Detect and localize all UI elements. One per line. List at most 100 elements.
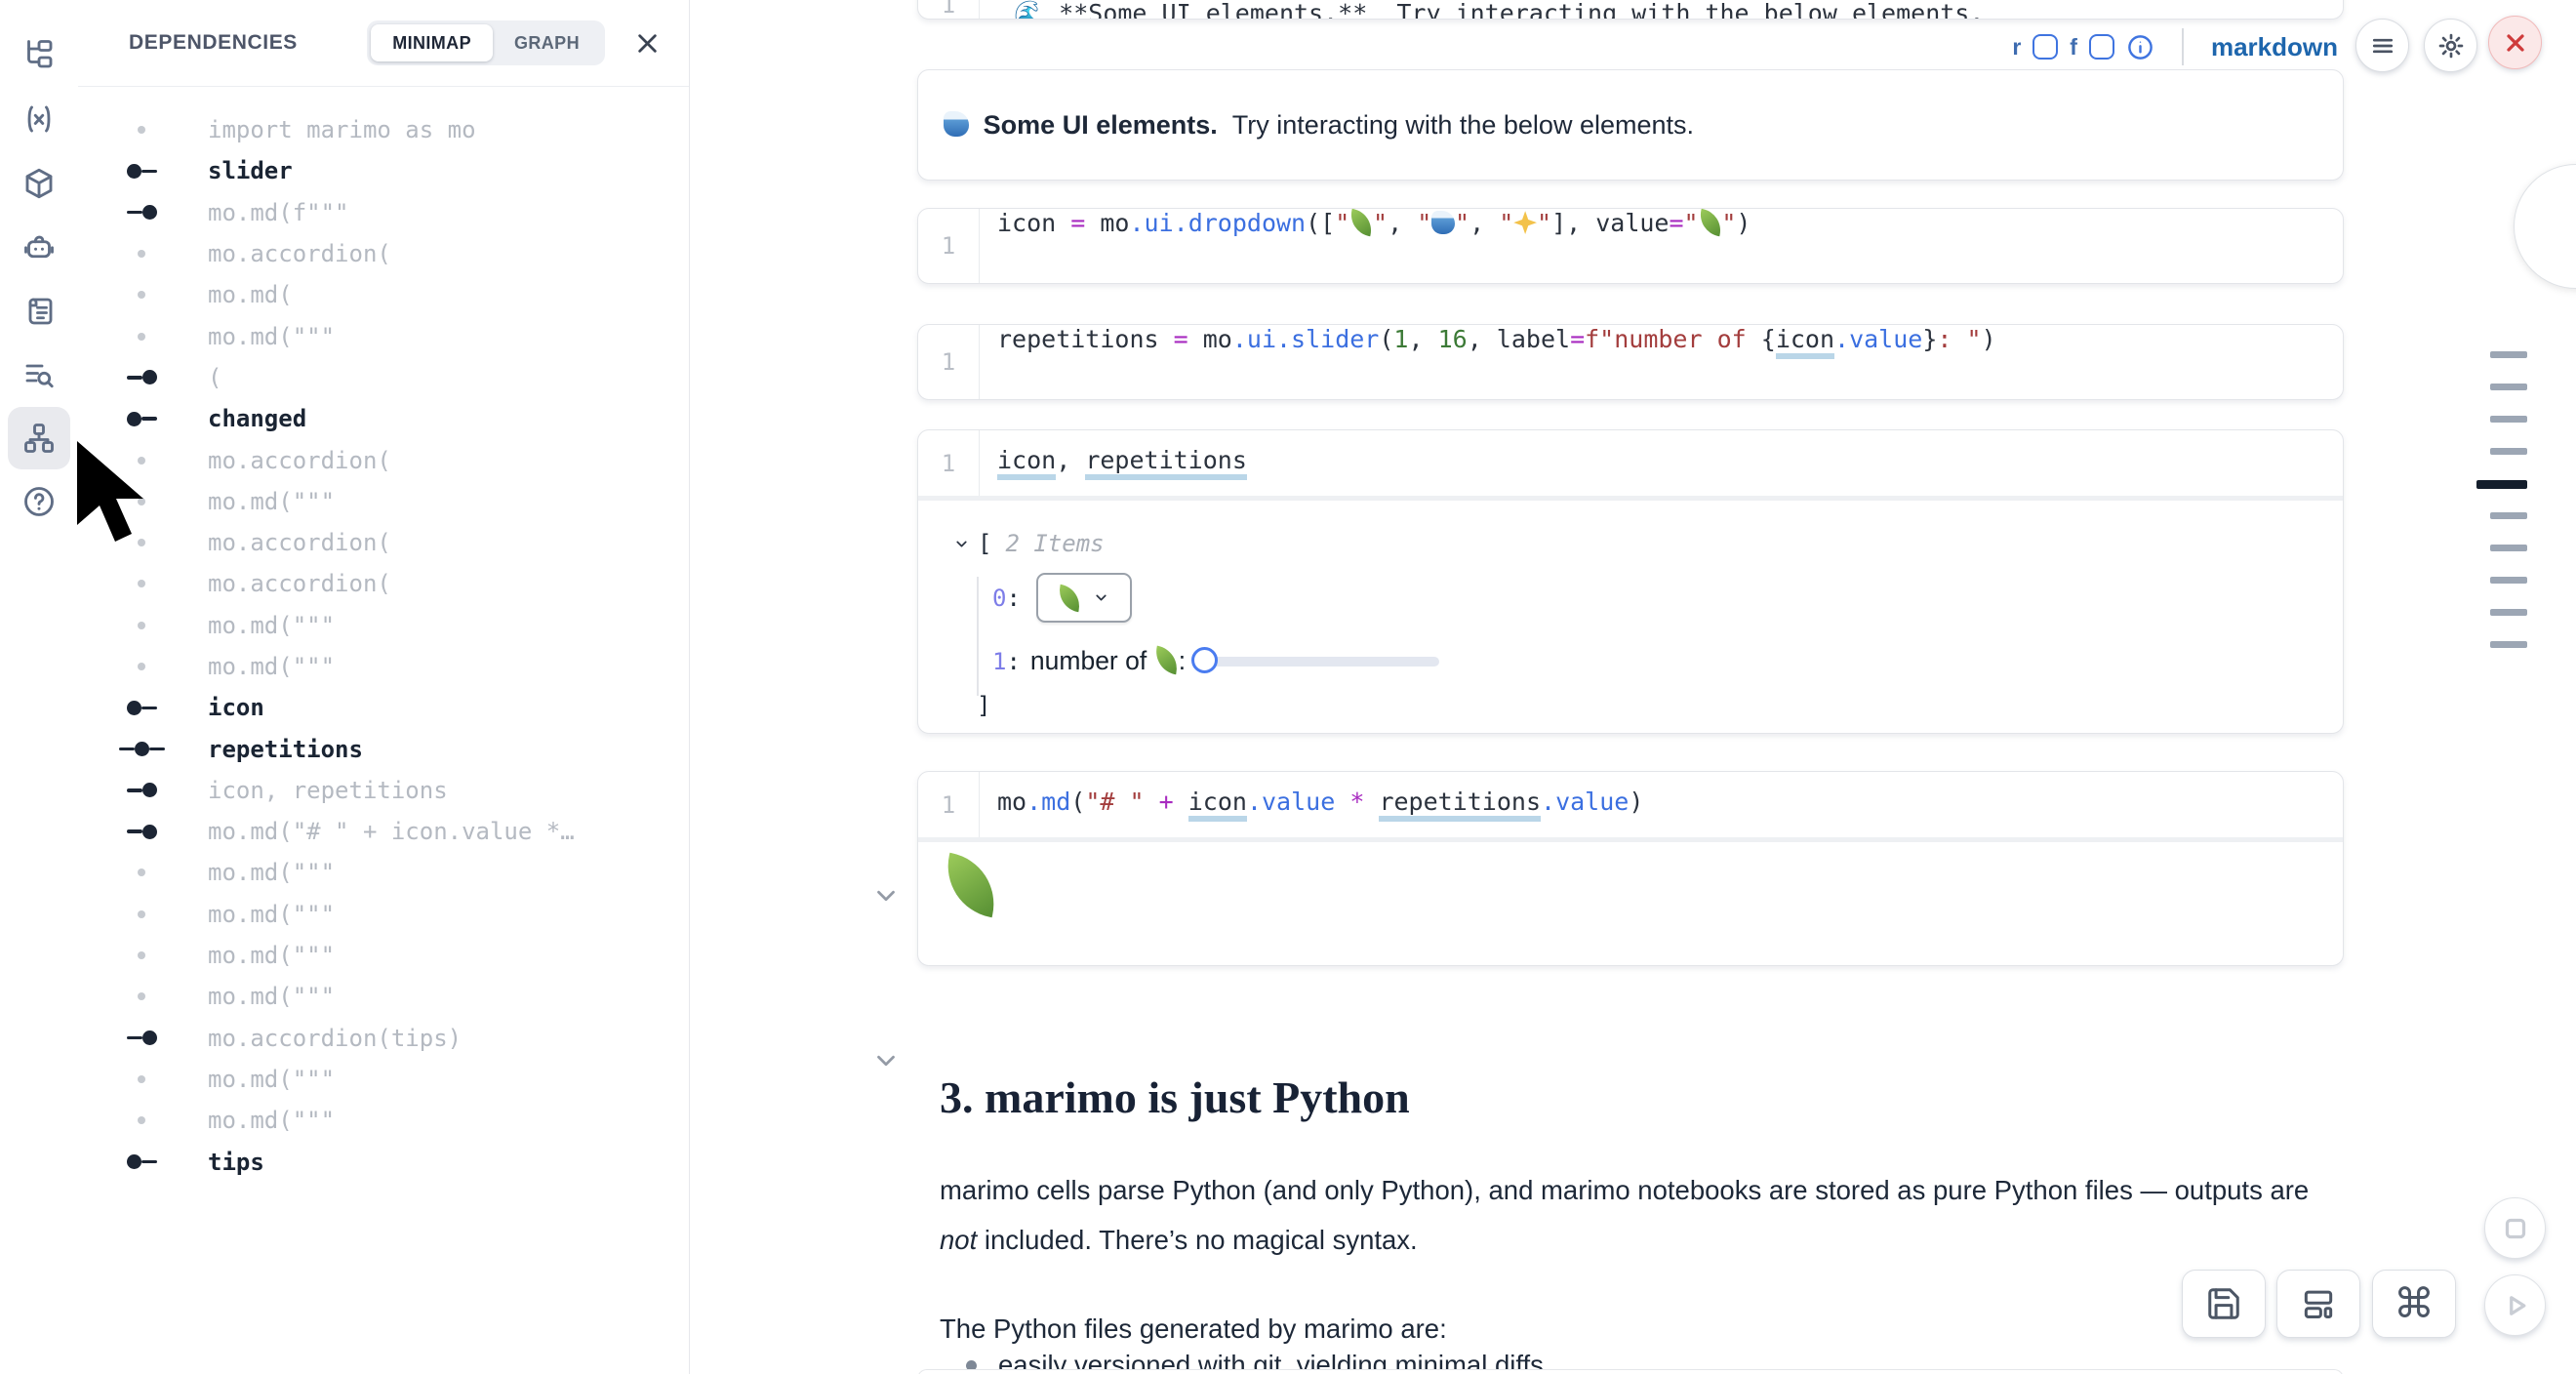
command-icon: ⌘ xyxy=(2394,1283,2435,1324)
slider-code-cell[interactable]: 1 repetitions = mo.ui.slider(1, 16, labe… xyxy=(917,324,2344,400)
minimap-item-label: mo.md(""" xyxy=(208,653,335,680)
functions-icon[interactable] xyxy=(8,88,70,150)
minimap-item-label: mo.md(""" xyxy=(208,612,335,639)
code-line[interactable]: repetitions = mo.ui.slider(1, 16, label=… xyxy=(980,325,1996,399)
minimap-dash[interactable] xyxy=(2490,384,2527,390)
minimap-dash[interactable] xyxy=(2490,416,2527,423)
gear-icon xyxy=(2437,32,2465,60)
format-toggle-checkbox[interactable] xyxy=(2089,34,2114,60)
run-toggle-checkbox[interactable] xyxy=(2033,34,2058,60)
activity-rail xyxy=(0,0,79,1374)
dropdown-code-cell[interactable]: 1 icon = mo.ui.dropdown(["", "", ""], va… xyxy=(917,208,2344,284)
search-list-icon[interactable] xyxy=(8,344,70,406)
leaf-emoji xyxy=(1151,646,1181,675)
chevron-down-icon[interactable] xyxy=(953,536,970,552)
ai-assistant-icon[interactable] xyxy=(8,216,70,278)
icon-dropdown-select[interactable] xyxy=(1036,573,1132,623)
minimap-dash[interactable] xyxy=(2490,351,2527,358)
minimap-item[interactable]: mo.accordion( xyxy=(78,563,689,604)
minimap-item[interactable]: icon, repetitions xyxy=(78,770,689,811)
minimap-item[interactable]: mo.md(""" xyxy=(78,1059,689,1100)
line-number: 1 xyxy=(942,791,955,819)
section-heading: 3. marimo is just Python xyxy=(940,1071,1410,1123)
minimap-item[interactable]: mo.md( xyxy=(78,274,689,315)
help-icon[interactable] xyxy=(8,470,70,533)
minimap-item-label: mo.accordion( xyxy=(208,570,391,597)
minimap-item[interactable]: mo.md("# " + icon.value *… xyxy=(78,811,689,852)
minimap-item[interactable]: mo.md(""" xyxy=(78,1100,689,1141)
minimap-item-label: mo.accordion( xyxy=(208,529,391,556)
markdown-cell-editor[interactable]: 1 🌊 **Some UI elements.** Try interactin… xyxy=(917,0,2344,20)
minimap-item[interactable]: mo.accordion(tips) xyxy=(78,1018,689,1059)
scroll-icon[interactable] xyxy=(8,280,70,343)
cell-marker-icon xyxy=(117,1075,166,1083)
markdown-source-line[interactable]: 🌊 **Some UI elements.** Try interacting … xyxy=(996,0,1984,20)
code-line[interactable]: icon = mo.ui.dropdown(["", "", ""], valu… xyxy=(980,209,1751,283)
minimap-dash[interactable] xyxy=(2490,512,2527,519)
cell-marker-icon xyxy=(117,622,166,629)
minimap-dash[interactable] xyxy=(2490,448,2527,455)
minimap-item[interactable]: mo.md(""" xyxy=(78,935,689,976)
floating-scroll-button[interactable] xyxy=(2514,164,2576,289)
cell-collapse-chevron-icon[interactable] xyxy=(871,881,901,910)
close-icon[interactable] xyxy=(630,26,664,60)
run-button[interactable] xyxy=(2484,1274,2546,1336)
repetitions-slider[interactable] xyxy=(1193,647,1439,676)
minimap-item[interactable]: slider xyxy=(78,150,689,191)
save-button[interactable] xyxy=(2182,1270,2266,1338)
menu-button[interactable] xyxy=(2355,19,2409,72)
minimap-item[interactable]: mo.md(""" xyxy=(78,894,689,935)
minimap-item[interactable]: icon xyxy=(78,687,689,728)
cell-marker-icon xyxy=(117,291,166,299)
language-mode-label[interactable]: markdown xyxy=(2211,32,2338,62)
view-toggle: MINIMAP GRAPH xyxy=(367,20,605,65)
tree-index: 1 xyxy=(992,648,1006,675)
minimap-item[interactable]: mo.accordion( xyxy=(78,233,689,274)
scroll-minimap[interactable] xyxy=(2476,351,2527,673)
minimap-item[interactable]: ( xyxy=(78,357,689,398)
minimap-dash[interactable] xyxy=(2490,577,2527,584)
layout-button[interactable] xyxy=(2276,1270,2360,1338)
section-collapse-chevron-icon[interactable] xyxy=(871,1046,901,1075)
cell-marker-icon xyxy=(117,1154,166,1169)
minimap-item[interactable]: mo.md(""" xyxy=(78,315,689,356)
minimap-item-label: mo.md(""" xyxy=(208,1066,335,1093)
wave-emoji xyxy=(944,111,969,137)
minimap-item[interactable]: mo.md(""" xyxy=(78,852,689,893)
panel-title: DEPENDENCIES xyxy=(129,31,298,55)
info-icon[interactable] xyxy=(2126,33,2154,61)
minimap-dash[interactable] xyxy=(2490,641,2527,648)
minimap-item-label: mo.md(""" xyxy=(208,859,335,886)
file-tree-icon[interactable] xyxy=(8,23,70,86)
minimap-item[interactable]: tips xyxy=(78,1141,689,1182)
minimap-dash[interactable] xyxy=(2490,545,2527,551)
save-icon xyxy=(2205,1285,2242,1322)
minimap-item[interactable]: repetitions xyxy=(78,728,689,769)
minimap-item[interactable]: mo.md(""" xyxy=(78,646,689,687)
minimap-dash-active[interactable] xyxy=(2476,480,2527,489)
minimap-dash[interactable] xyxy=(2490,609,2527,616)
minimap-item[interactable]: mo.md(""" xyxy=(78,605,689,646)
tab-minimap[interactable]: MINIMAP xyxy=(371,24,493,61)
minimap-item[interactable]: changed xyxy=(78,398,689,439)
minimap-item[interactable]: mo.md(""" xyxy=(78,976,689,1017)
stop-button[interactable] xyxy=(2484,1197,2546,1259)
minimap-item[interactable]: mo.md(f""" xyxy=(78,192,689,233)
shutdown-button[interactable] xyxy=(2488,16,2542,69)
slider-track[interactable] xyxy=(1193,657,1439,667)
slider-thumb[interactable] xyxy=(1191,647,1218,673)
tab-graph[interactable]: GRAPH xyxy=(493,24,601,61)
minimap-item-label: changed xyxy=(208,405,306,432)
cell-marker-icon xyxy=(117,1030,166,1045)
command-palette-button[interactable]: ⌘ xyxy=(2372,1270,2456,1338)
settings-button[interactable] xyxy=(2424,19,2477,72)
code-line[interactable]: icon, repetitions xyxy=(980,446,1247,480)
minimap-item[interactable]: import marimo as mo xyxy=(78,109,689,150)
leaf-emoji xyxy=(1056,584,1083,611)
next-cell-edge xyxy=(917,1369,2344,1374)
mouse-cursor xyxy=(74,441,174,549)
package-icon[interactable] xyxy=(8,152,70,215)
leaf-output xyxy=(918,842,2343,915)
dependency-graph-icon[interactable] xyxy=(8,407,70,469)
code-line[interactable]: mo.md("# " + icon.value * repetitions.va… xyxy=(980,788,1643,822)
